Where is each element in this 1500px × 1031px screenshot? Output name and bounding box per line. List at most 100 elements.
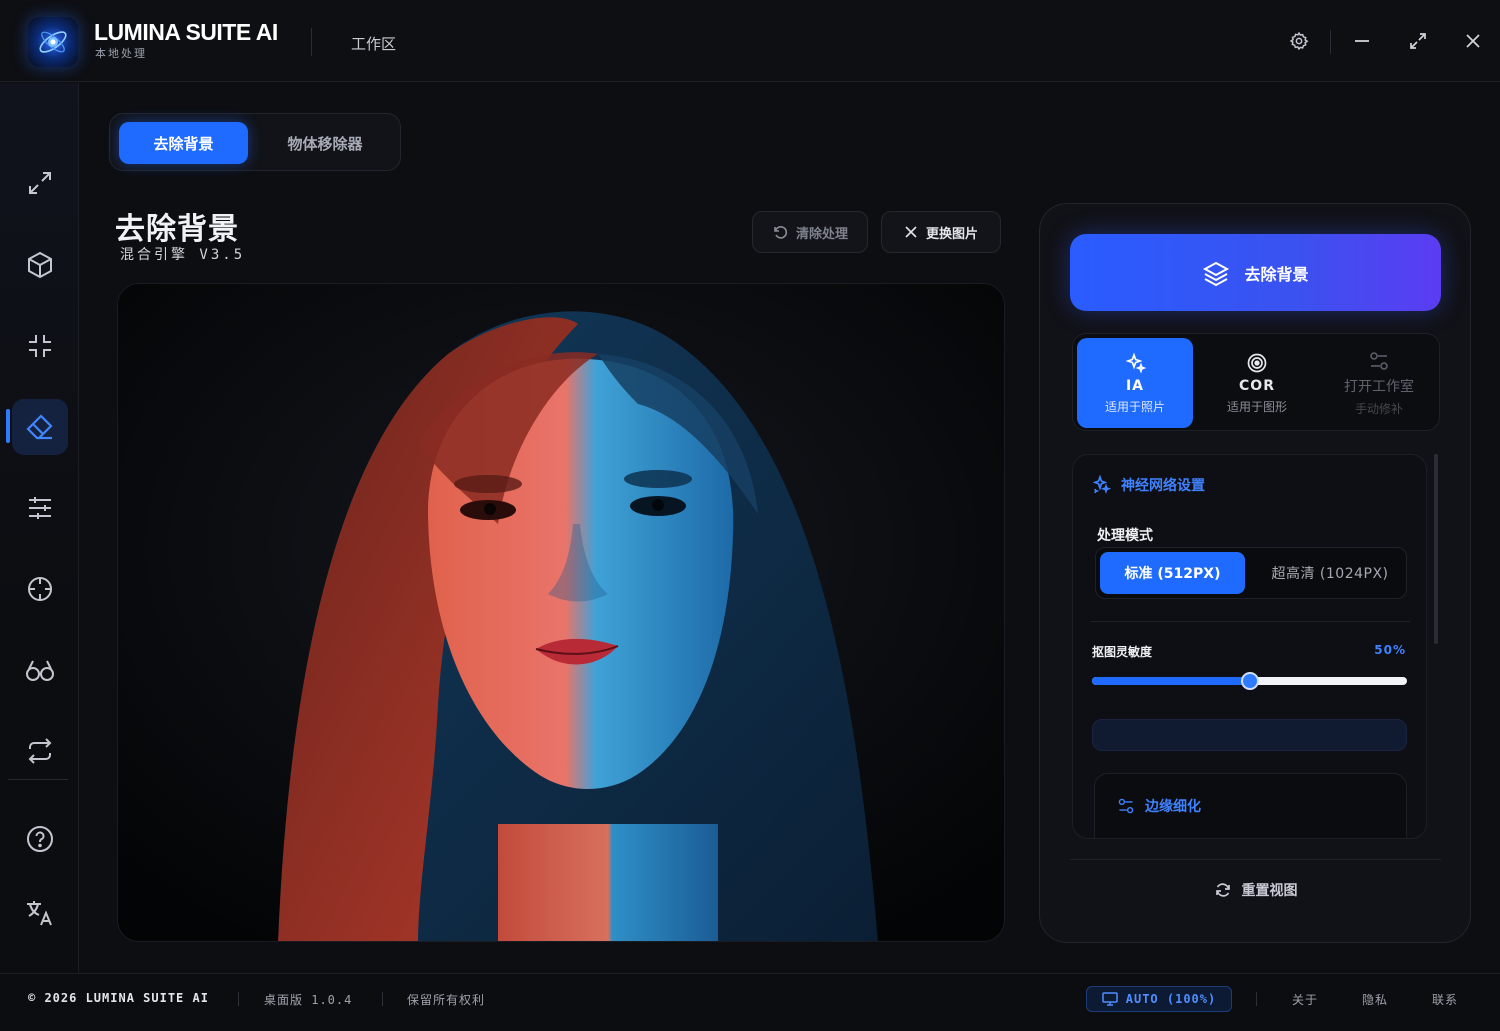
- engine-selector: IA 适用于照片 COR 适用于图形 打开工作室 手动修补: [1072, 333, 1440, 431]
- replace-image-button[interactable]: 更换图片: [881, 211, 1001, 253]
- display-scale-label: AUTO (100%): [1125, 992, 1217, 1006]
- glasses-icon: [26, 660, 54, 681]
- collapse-icon: [29, 335, 51, 357]
- app-name: LUMINA SUITE AI: [94, 19, 278, 45]
- sparkles-icon: [1125, 352, 1146, 373]
- footer-contact-link[interactable]: 联系: [1432, 991, 1458, 1008]
- engine-studio-desc: 手动修补: [1354, 401, 1403, 416]
- portrait-image: [118, 284, 1004, 941]
- workspace-label[interactable]: 工作区: [351, 33, 396, 54]
- engine-version: 混合引擎 V3.5: [120, 247, 246, 263]
- panel-scrollbar[interactable]: [1434, 454, 1438, 644]
- panel-divider: [1070, 859, 1441, 860]
- footer-copyright: © 2026 LUMINA SUITE AI: [28, 991, 209, 1005]
- tab-object-remover[interactable]: 物体移除器: [260, 122, 390, 164]
- title-bar: LUMINA SUITE AI 本地处理 工作区: [0, 0, 1500, 82]
- minimize-icon[interactable]: [1349, 28, 1375, 54]
- clear-processing-label: 清除处理: [795, 226, 848, 242]
- gear-icon[interactable]: [1286, 28, 1312, 54]
- engine-ia-name: IA: [1125, 377, 1145, 394]
- sensitivity-slider[interactable]: [1092, 672, 1407, 690]
- neural-settings-card: 神经网络设置 处理模式 标准 (512PX) 超高清 (1024PX) 抠图灵敏…: [1072, 454, 1427, 839]
- sidebar-divider: [8, 779, 68, 780]
- help-icon: [27, 826, 53, 852]
- sidebar-item-preview[interactable]: [12, 642, 68, 698]
- remove-background-button[interactable]: 去除背景: [1070, 234, 1441, 311]
- mode-standard-button[interactable]: 标准 (512PX): [1100, 552, 1245, 594]
- sensitivity-slider-fill: [1092, 677, 1250, 685]
- settings-divider: [1091, 621, 1410, 622]
- image-preview[interactable]: [117, 283, 1005, 942]
- target-icon: [1247, 353, 1267, 372]
- footer: © 2026 LUMINA SUITE AI 桌面版 1.0.4 保留所有权利 …: [0, 973, 1500, 1031]
- footer-rights: 保留所有权利: [407, 993, 486, 1007]
- footer-divider: [238, 992, 239, 1006]
- sidebar-item-adjust[interactable]: [12, 480, 68, 536]
- footer-about-link[interactable]: 关于: [1292, 991, 1318, 1008]
- sidebar-item-language[interactable]: [12, 885, 68, 941]
- footer-privacy-link[interactable]: 隐私: [1362, 991, 1388, 1008]
- processing-mode-label: 处理模式: [1097, 528, 1153, 544]
- toggle-settings-icon: [1370, 351, 1388, 370]
- progress-bar: [1092, 719, 1407, 751]
- translate-icon: [27, 901, 52, 926]
- footer-version: 桌面版 1.0.4: [264, 993, 353, 1007]
- title-divider-2: [1330, 30, 1331, 54]
- expand-icon: [29, 172, 51, 194]
- engine-ia-desc: 适用于照片: [1104, 399, 1165, 414]
- sidebar: [0, 83, 79, 973]
- footer-divider: [1256, 992, 1257, 1006]
- engine-ia[interactable]: IA 适用于照片: [1077, 338, 1193, 428]
- sidebar-item-swap[interactable]: [12, 723, 68, 779]
- clear-processing-button[interactable]: 清除处理: [752, 211, 868, 253]
- sidebar-item-compress[interactable]: [12, 318, 68, 374]
- sidebar-item-target[interactable]: [12, 561, 68, 617]
- toggle-settings-icon: [1118, 798, 1134, 814]
- cube-icon: [28, 251, 52, 279]
- undo-icon: [774, 226, 788, 239]
- replace-image-label: 更换图片: [925, 226, 978, 242]
- edge-refinement-header: 边缘细化: [1117, 796, 1201, 816]
- page-title: 去除背景: [115, 212, 239, 247]
- reset-view-button[interactable]: 重置视图: [1070, 870, 1441, 910]
- settings-panel: 去除背景 IA 适用于照片 COR 适用于图形 打开工作室 手动修补 神经网络设…: [1039, 203, 1471, 943]
- crosshair-icon: [28, 577, 52, 601]
- engine-studio[interactable]: 打开工作室 手动修补: [1321, 338, 1437, 428]
- sparkles-icon: [1092, 475, 1111, 494]
- sidebar-item-help[interactable]: [12, 811, 68, 867]
- app-subtitle: 本地处理: [95, 47, 147, 60]
- engine-cor-desc: 适用于图形: [1226, 399, 1287, 414]
- sensitivity-value: 50%: [1374, 643, 1406, 657]
- repeat-icon: [28, 738, 52, 764]
- neural-settings-title: 神经网络设置: [1121, 478, 1205, 494]
- processing-mode-selector: 标准 (512PX) 超高清 (1024PX): [1095, 547, 1407, 599]
- sensitivity-slider-thumb[interactable]: [1240, 672, 1259, 690]
- app-window: LUMINA SUITE AI 本地处理 工作区 去除背景 物体移除器 去除背景…: [0, 0, 1500, 1031]
- sidebar-active-indicator: [6, 409, 10, 443]
- engine-cor[interactable]: COR 适用于图形: [1199, 338, 1315, 428]
- engine-cor-name: COR: [1239, 377, 1275, 394]
- engine-studio-name: 打开工作室: [1344, 378, 1414, 395]
- close-icon: [905, 226, 917, 238]
- close-icon[interactable]: [1460, 28, 1486, 54]
- sliders-icon: [29, 497, 51, 519]
- edge-refinement-title: 边缘细化: [1145, 799, 1201, 815]
- sidebar-item-3d[interactable]: [12, 237, 68, 293]
- layers-icon: [1203, 261, 1230, 286]
- mode-hd-button[interactable]: 超高清 (1024PX): [1256, 552, 1404, 594]
- edge-refinement-card[interactable]: 边缘细化: [1094, 773, 1407, 838]
- eraser-icon: [26, 414, 53, 440]
- maximize-icon[interactable]: [1405, 28, 1431, 54]
- app-logo: [28, 17, 78, 67]
- tab-remove-background[interactable]: 去除背景: [119, 122, 248, 164]
- remove-background-label: 去除背景: [1244, 264, 1309, 284]
- monitor-icon: [1102, 992, 1118, 1006]
- sidebar-item-eraser[interactable]: [12, 399, 68, 455]
- title-divider: [311, 28, 312, 56]
- logo-orbit-icon: [39, 31, 67, 53]
- refresh-icon: [1215, 883, 1230, 897]
- reset-view-label: 重置视图: [1241, 883, 1298, 899]
- display-scale-badge[interactable]: AUTO (100%): [1086, 986, 1232, 1012]
- sidebar-item-expand[interactable]: [12, 155, 68, 211]
- mode-toggle: 去除背景 物体移除器: [109, 113, 401, 171]
